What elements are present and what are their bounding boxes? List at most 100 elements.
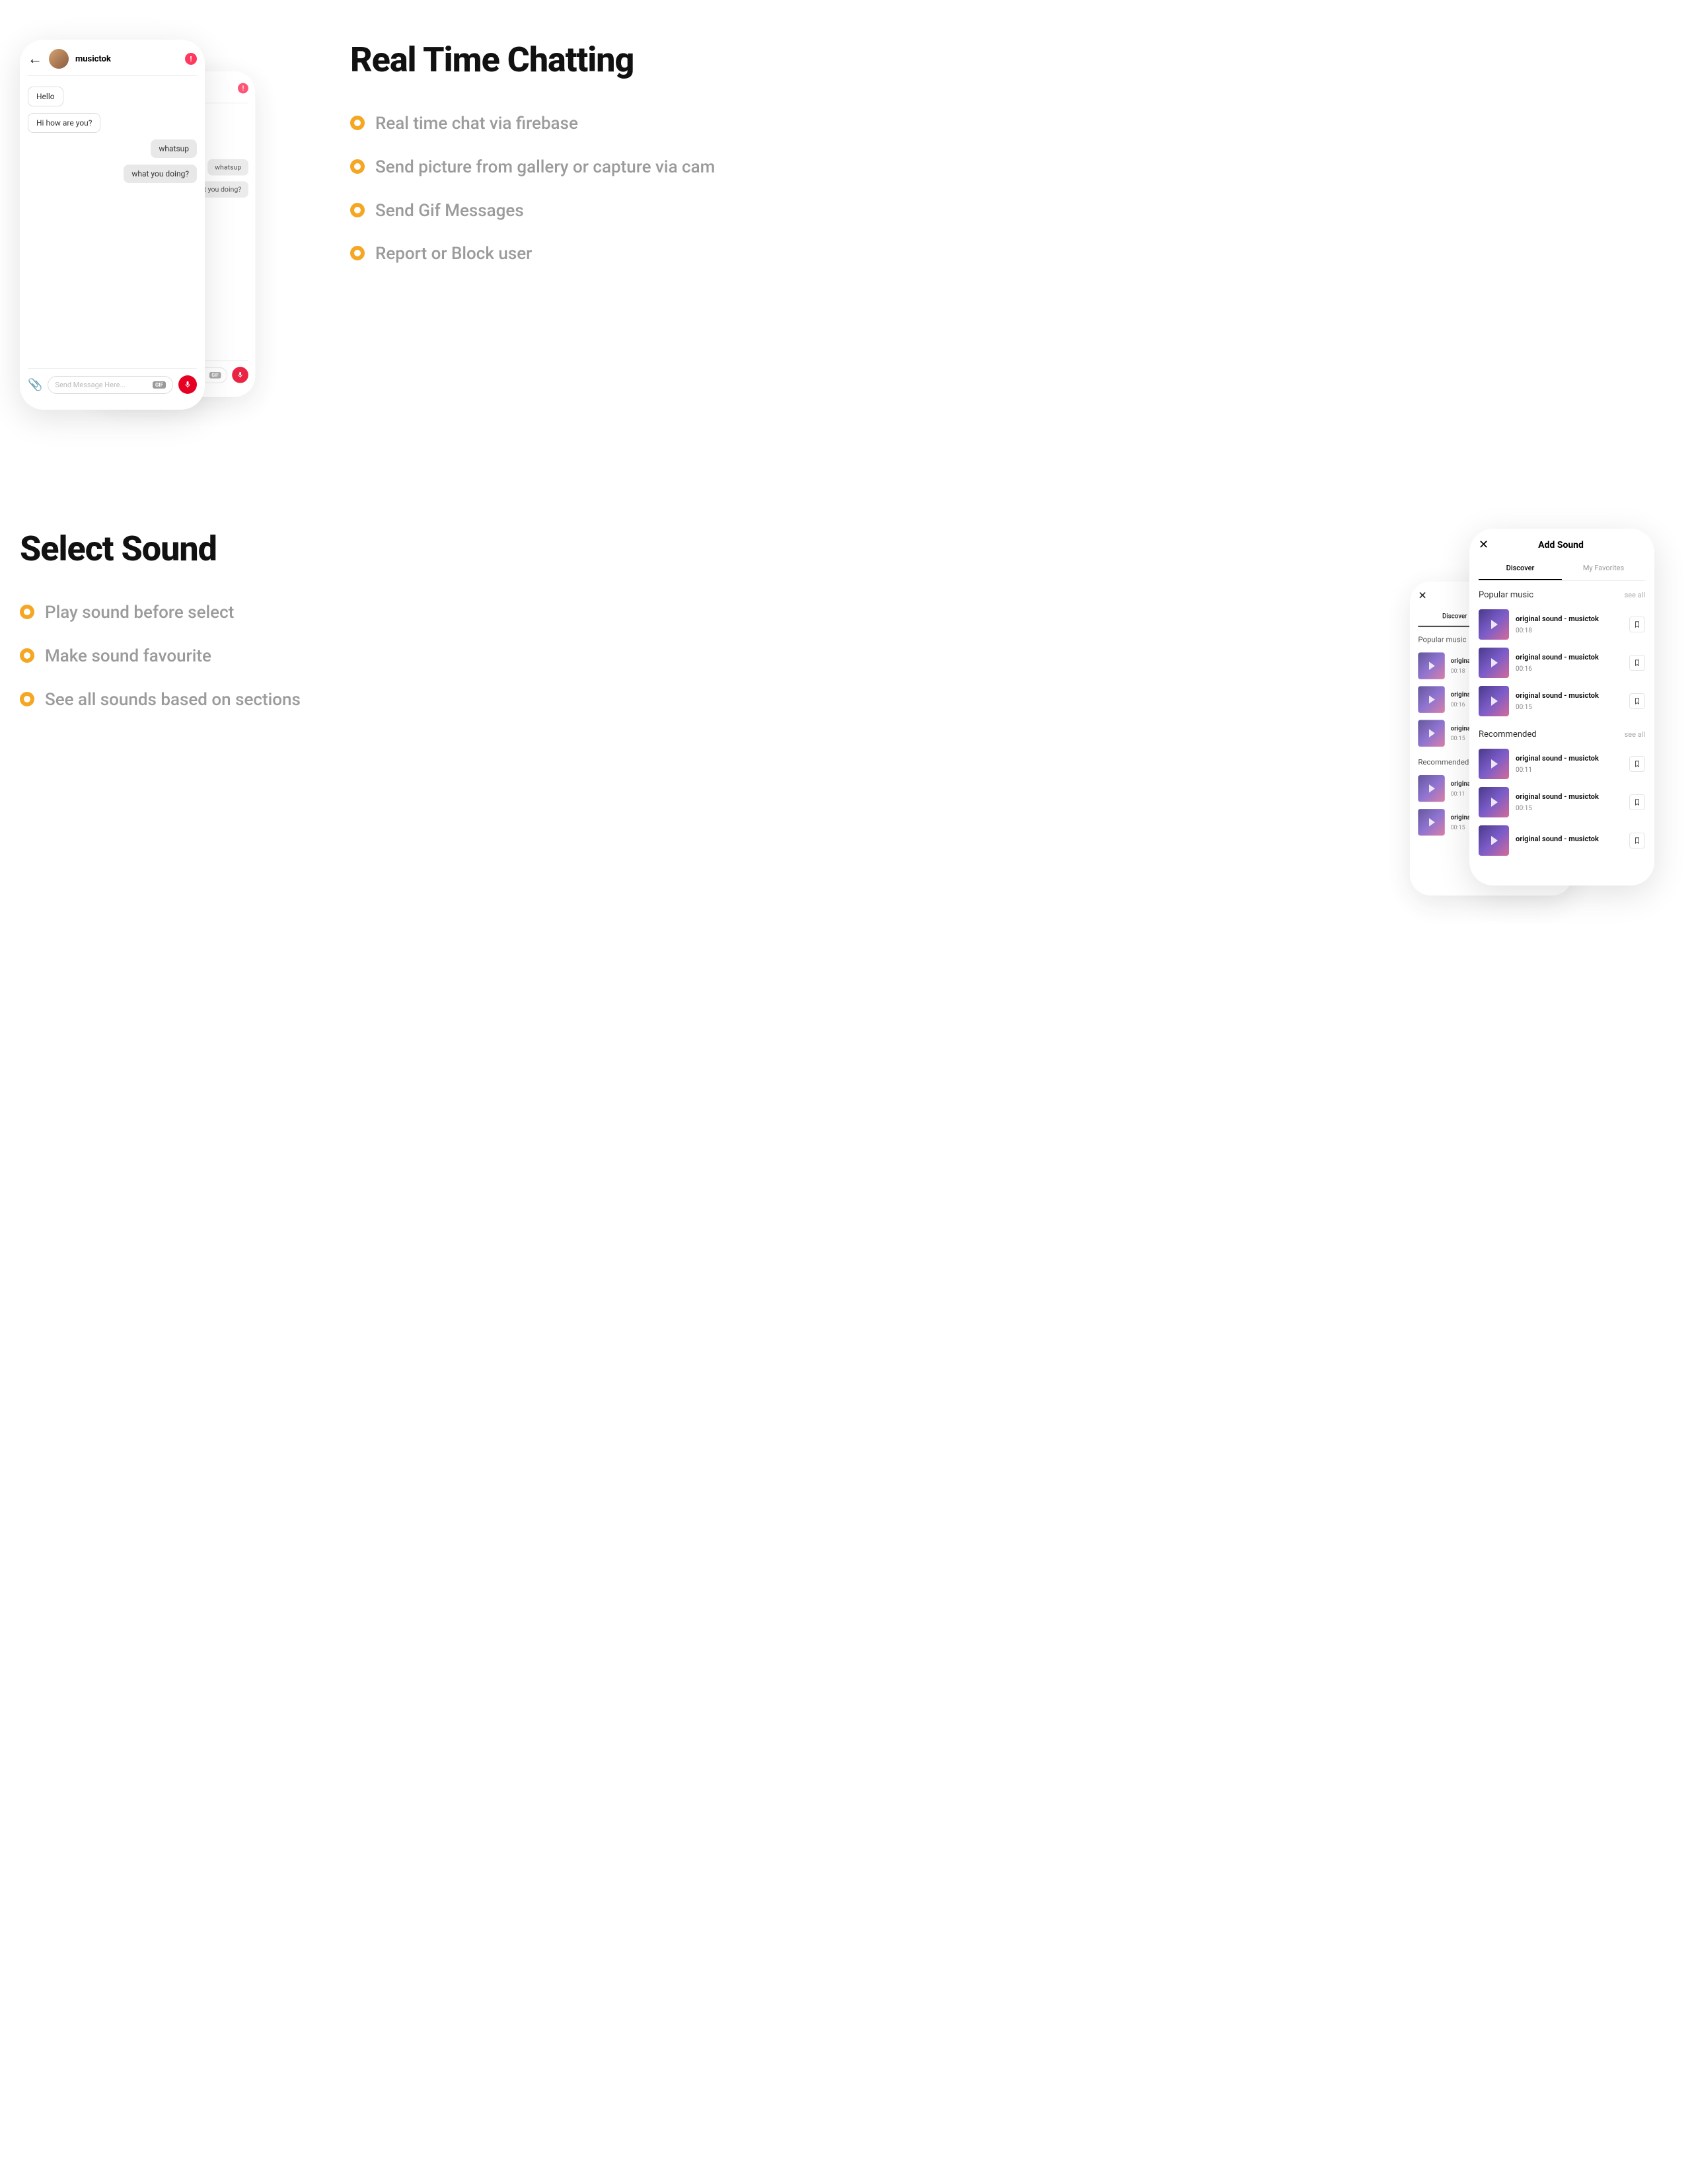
sound-thumbnail[interactable] [1418,775,1444,802]
sound-thumbnail[interactable] [1418,809,1444,835]
section-label: Recommended [1418,759,1469,767]
sound-duration: 00:16 [1516,665,1623,673]
feature-item: Make sound favourite [20,646,1370,668]
chat-phone-stack: ← musictok ! Hello Hi how are you? whats… [20,40,311,436]
message-input[interactable]: Send Message Here... GIF [48,376,173,394]
chat-message: Hi how are you? [28,113,100,133]
section-title: Select Sound [20,529,1370,569]
chat-message: what you doing? [124,165,197,183]
sound-duration: 00:15 [1516,805,1623,812]
sound-thumbnail[interactable] [1418,686,1444,712]
input-placeholder: Send Message Here... [55,381,126,389]
section-label: Popular music [1418,636,1466,644]
sound-duration: 00:18 [1516,627,1623,634]
section-realtime-chat: ← musictok ! Hello Hi how are you? whats… [20,40,1674,436]
sound-item[interactable]: original sound - musictok 00:11 [1479,745,1645,783]
bullet-icon [20,648,34,663]
bookmark-button[interactable] [1629,617,1645,632]
sound-item[interactable]: original sound - musictok 00:15 [1479,682,1645,720]
mic-icon [184,381,192,389]
feature-text: Real time chat via firebase [375,113,578,135]
bookmark-icon [1634,697,1640,705]
feature-text: Send Gif Messages [375,200,524,223]
gif-button[interactable]: GIF [153,381,166,389]
sound-thumbnail[interactable] [1418,720,1444,746]
bullet-icon [350,116,365,130]
sound-thumbnail[interactable] [1479,787,1509,817]
sound-name: original sound - musictok [1516,653,1623,661]
chat-message: whatsup [151,139,197,158]
feature-text: Send picture from gallery or capture via… [375,157,715,179]
chat-message: whatsup [208,159,248,176]
bullet-icon [20,605,34,619]
feature-list: Play sound before select Make sound favo… [20,602,1370,711]
bookmark-button[interactable] [1629,756,1645,772]
sound-item[interactable]: original sound - musictok [1479,821,1645,860]
feature-item: Play sound before select [20,602,1370,624]
feature-item: Report or Block user [350,243,1674,266]
sound-phone-stack: ✕ Add Sound Discover My Favorites Popula… [1410,529,1674,899]
bookmark-icon [1634,659,1640,667]
sound-name: original sound - musictok [1516,835,1623,843]
alert-icon[interactable]: ! [238,83,248,94]
chat-phone-front: ← musictok ! Hello Hi how are you? whats… [20,40,205,410]
mic-button[interactable] [178,375,197,394]
chat-feature-column: Real Time Chatting Real time chat via fi… [350,40,1674,287]
tab-discover[interactable]: Discover [1479,557,1562,580]
sound-name: original sound - musictok [1516,754,1623,763]
bullet-icon [350,246,365,260]
feature-text: Report or Block user [375,243,532,266]
avatar[interactable] [49,49,69,69]
bookmark-icon [1634,837,1640,845]
attachment-icon[interactable]: 📎 [28,378,42,392]
section-label: Popular music [1479,590,1533,600]
sound-phone-front: ✕ Add Sound Discover My Favorites Popula… [1469,529,1654,885]
sound-thumbnail[interactable] [1479,825,1509,856]
sound-name: original sound - musictok [1516,615,1623,623]
sound-thumbnail[interactable] [1479,648,1509,678]
sound-thumbnail[interactable] [1479,686,1509,716]
mic-icon [237,371,244,379]
sound-feature-column: Select Sound Play sound before select Ma… [20,529,1370,732]
section-label: Recommended [1479,730,1537,739]
bullet-icon [350,159,365,174]
sound-item[interactable]: original sound - musictok 00:16 [1479,644,1645,682]
bookmark-icon [1634,798,1640,806]
bookmark-icon [1634,760,1640,768]
section-select-sound: Select Sound Play sound before select Ma… [20,529,1674,899]
tab-favorites[interactable]: My Favorites [1562,557,1645,580]
sound-thumbnail[interactable] [1479,609,1509,640]
section-title: Real Time Chatting [350,40,1674,80]
feature-item: Real time chat via firebase [350,113,1674,135]
feature-text: See all sounds based on sections [45,689,301,712]
feature-item: Send picture from gallery or capture via… [350,157,1674,179]
feature-text: Play sound before select [45,602,234,624]
gif-button[interactable]: GIF [209,372,221,379]
feature-list: Real time chat via firebase Send picture… [350,113,1674,266]
mic-button[interactable] [232,367,248,383]
chat-username: musictok [75,54,178,64]
sound-duration: 00:11 [1516,767,1623,774]
sound-item[interactable]: original sound - musictok 00:15 [1479,783,1645,821]
chat-message: Hello [28,87,63,106]
bookmark-button[interactable] [1629,655,1645,671]
bullet-icon [20,692,34,706]
feature-item: Send Gif Messages [350,200,1674,223]
sound-name: original sound - musictok [1516,792,1623,801]
feature-text: Make sound favourite [45,646,211,668]
see-all-link[interactable]: see all [1625,730,1645,739]
bookmark-button[interactable] [1629,693,1645,709]
see-all-link[interactable]: see all [1625,591,1645,599]
sound-item[interactable]: original sound - musictok 00:18 [1479,605,1645,644]
bookmark-button[interactable] [1629,794,1645,810]
sound-thumbnail[interactable] [1418,652,1444,679]
bookmark-icon [1634,621,1640,628]
bookmark-button[interactable] [1629,833,1645,848]
sound-duration: 00:15 [1516,704,1623,711]
back-icon[interactable]: ← [28,50,42,67]
sound-thumbnail[interactable] [1479,749,1509,779]
bullet-icon [350,203,365,217]
sound-name: original sound - musictok [1516,691,1623,700]
feature-item: See all sounds based on sections [20,689,1370,712]
alert-icon[interactable]: ! [185,53,197,65]
